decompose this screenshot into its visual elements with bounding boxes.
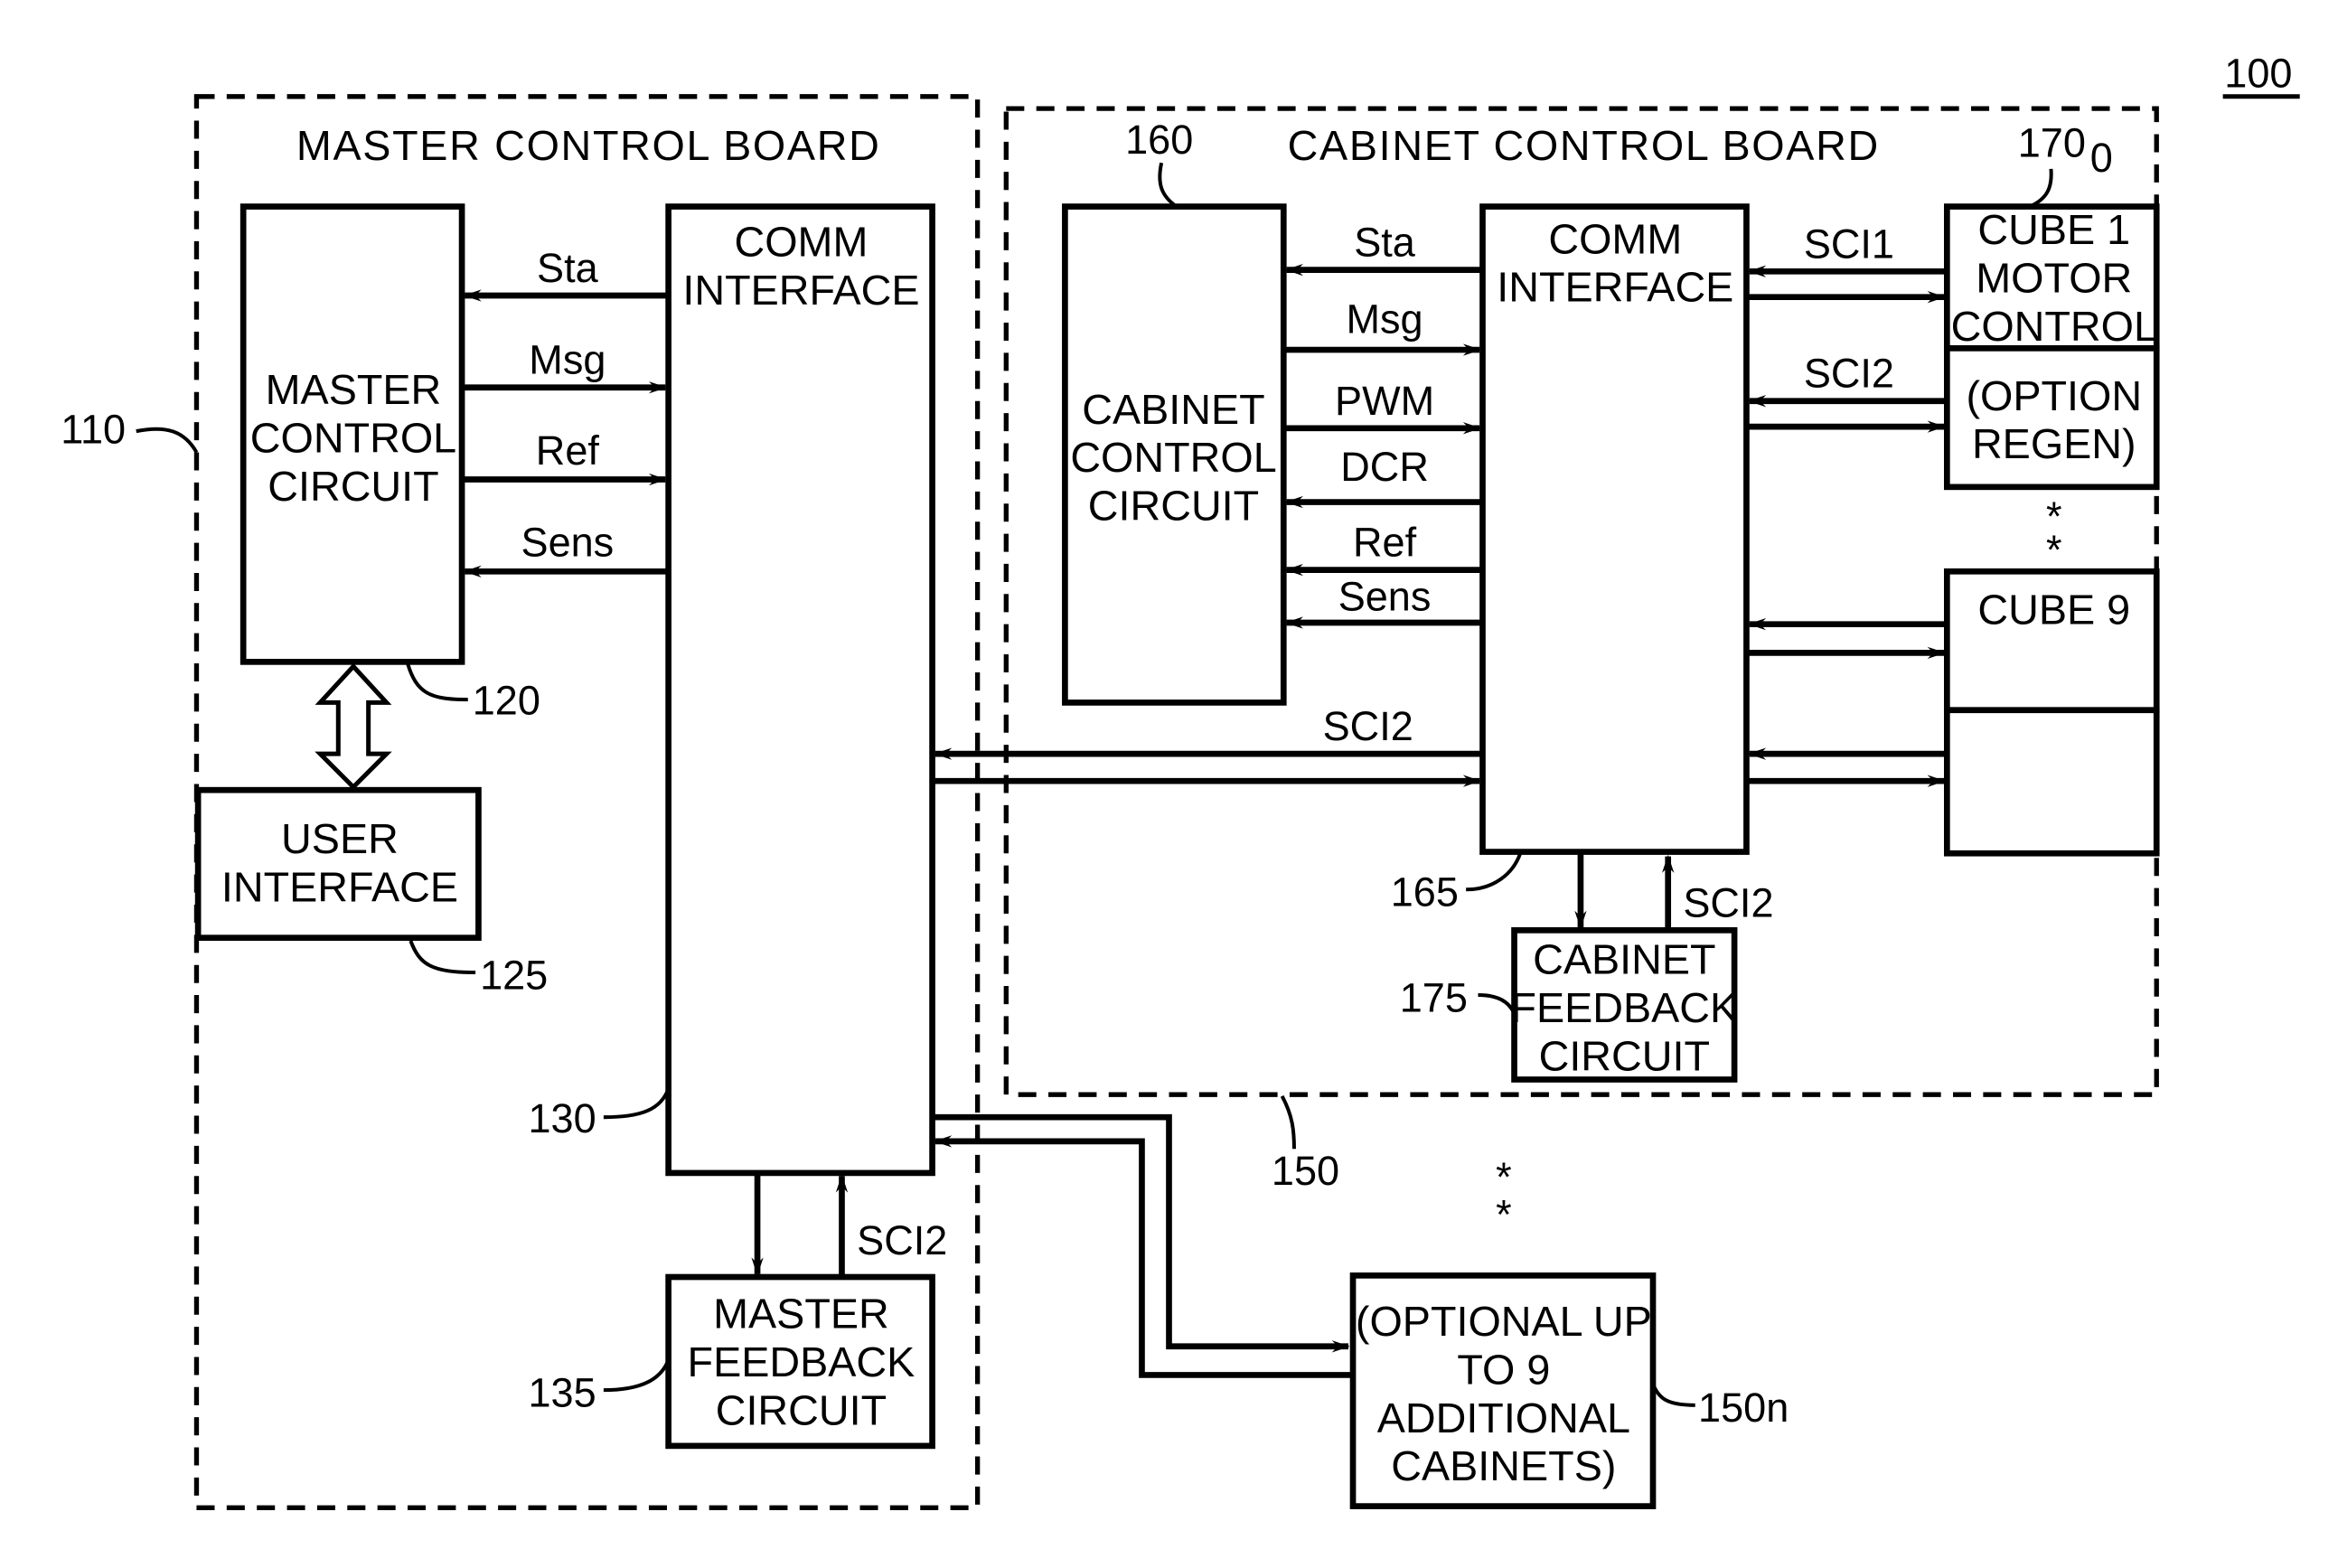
mcc-ref: 120 [473,678,540,724]
master-signal-sens: Sens [463,520,669,577]
cabinet-signal-sta: Sta [1284,220,1483,277]
ellipsis-star: * [2046,527,2062,573]
cabinet-control-circuit: CABINET CONTROL CIRCUIT [1062,203,1287,706]
signal-label: Sens [521,520,615,566]
cabinet-signal-ref: Ref [1284,520,1483,577]
mfb-line-3: CIRCUIT [716,1387,887,1434]
cabinet-feedback-circuit: CABINET FEEDBACK CIRCUIT [1510,926,1738,1083]
additional-cabinets-block: (OPTIONAL UP TO 9 ADDITIONAL CABINETS) [1349,1272,1657,1509]
mcc-line-3: CIRCUIT [268,463,438,510]
cube1-line-3: CONTROL [1951,303,2157,350]
bidirectional-arrow-icon [315,662,392,791]
cube9-label: CUBE 9 [1977,587,2130,634]
cabinet-feedback-signal: SCI2 [1683,879,1773,925]
master-signal-msg: Msg [462,337,667,394]
cube1-sci2: SCI2 [1746,351,1948,433]
ellipsis-star: * [1496,1192,1512,1238]
cube1-ref-subscript: 0 [2090,135,2113,181]
master-comm-interface: COMM INTERFACE [665,203,935,1177]
ui-ref: 125 [480,952,548,998]
master-feedback-signal: SCI2 [857,1217,947,1263]
ui-line-1: USER [281,815,399,862]
signal-label: Sta [537,245,599,291]
cci-line-1: COMM [1548,215,1682,262]
mfb-ref: 135 [528,1369,596,1415]
cfb-ref: 175 [1400,974,1468,1020]
mcc-line-1: MASTER [266,366,442,413]
cube1-option-regen: (OPTION REGEN) [1943,345,2160,491]
cci-ref: 165 [1391,869,1459,915]
cfb-line-2: FEEDBACK [1510,984,1738,1031]
figure-ref: 100 [2222,51,2300,99]
add-line-4: CABINETS) [1391,1442,1616,1489]
cube1-sci1: SCI1 [1746,221,1948,304]
cci-line-2: INTERFACE [1497,264,1733,311]
mcc-line-2: CONTROL [250,414,456,461]
cabinet-signal-dcr: DCR [1284,444,1483,509]
ccc-ref: 160 [1125,117,1193,163]
figure-ref-label: 100 [2224,51,2292,97]
mci-line-1: COMM [735,219,869,266]
master-signal-sta: Sta [463,245,669,302]
regen-line-2: REGEN) [1972,420,2136,467]
cabinet-signal-sens: Sens [1284,574,1483,629]
mci-line-2: INTERFACE [682,267,919,314]
master-board-ref: 110 [61,406,126,452]
signal-label: SCI2 [1323,703,1413,749]
signal-label: Msg [1347,296,1423,343]
signal-label: Ref [536,427,600,474]
ccc-line-1: CABINET [1082,386,1264,433]
ui-line-2: INTERFACE [221,864,458,911]
cabinet-board-title: CABINET CONTROL BOARD [1288,122,1880,169]
ccc-line-3: CIRCUIT [1088,483,1259,530]
signal-label: DCR [1340,444,1429,490]
cube1-motor-control: CUBE 1 MOTOR CONTROL [1943,203,2160,352]
cabinet-control-board: CABINET CONTROL BOARD 150 CABINET CONTRO… [1003,106,2160,1194]
master-control-circuit: MASTER CONTROL CIRCUIT [239,203,465,665]
cube1-line-1: CUBE 1 [1977,206,2130,253]
signal-label: Sta [1354,220,1416,266]
signal-label: PWM [1335,378,1434,424]
signal-label: Ref [1353,520,1417,566]
cfb-line-1: CABINET [1533,936,1715,983]
sci2-bus: SCI2 [932,703,1483,787]
signal-label: SCI2 [1804,351,1894,397]
mfb-line-2: FEEDBACK [688,1338,915,1385]
master-control-board: MASTER CONTROL BOARD 110 MASTER CONTROL … [61,94,981,1510]
mfb-line-1: MASTER [713,1291,889,1338]
cabinet-comm-interface: COMM INTERFACE [1479,203,1750,855]
cube9-block: CUBE 9 [1943,568,2160,857]
add-line-3: ADDITIONAL [1377,1394,1630,1441]
block-diagram: 100 MASTER CONTROL BOARD 110 MASTER CONT… [61,51,2300,1510]
signal-label: Sens [1338,574,1432,620]
regen-line-1: (OPTION [1966,372,2142,419]
cabinet-signal-pwm: PWM [1283,378,1481,435]
add-line-2: TO 9 [1457,1346,1550,1393]
master-board-title: MASTER CONTROL BOARD [296,122,881,169]
ccc-line-2: CONTROL [1070,434,1276,481]
signal-label: SCI1 [1804,221,1894,267]
mci-ref: 130 [528,1095,596,1141]
cube1-line-2: MOTOR [1976,255,2132,302]
additional-ref: 150n [1698,1385,1789,1431]
cube1-ref: 170 [2018,119,2086,165]
master-signal-ref: Ref [462,427,667,486]
user-interface-block: USER INTERFACE [194,786,482,941]
cabinet-board-ref: 150 [1272,1148,1339,1194]
master-feedback-circuit: MASTER FEEDBACK CIRCUIT [665,1273,935,1450]
signal-label: Msg [529,337,606,383]
cabinet-signal-msg: Msg [1283,296,1481,356]
add-line-1: (OPTIONAL UP [1356,1298,1652,1345]
cfb-line-3: CIRCUIT [1539,1032,1710,1079]
